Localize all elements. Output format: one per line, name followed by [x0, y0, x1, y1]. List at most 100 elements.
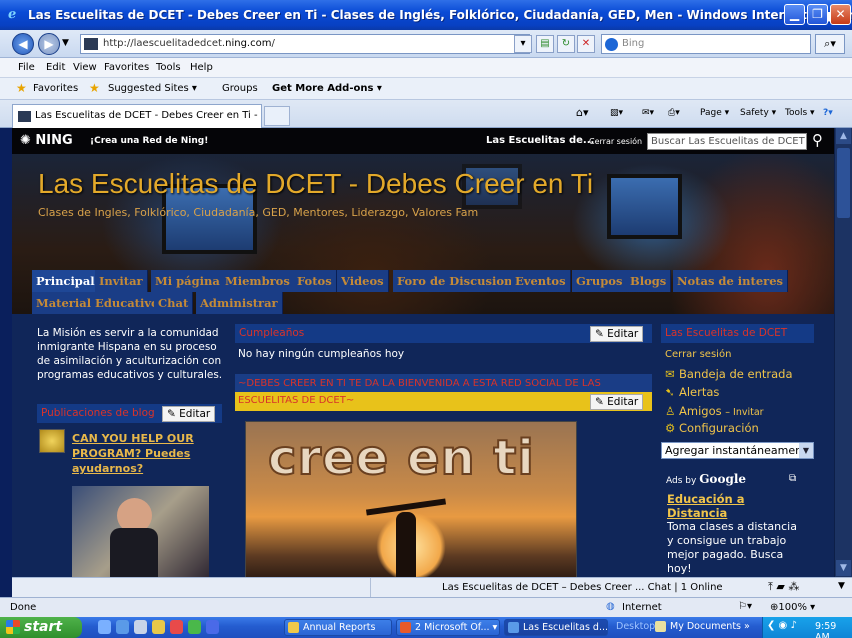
quicklaunch-desktop-icon[interactable] [98, 620, 111, 634]
url-dropdown-button[interactable]: ▾ [514, 35, 532, 53]
tray-icons[interactable]: ❮ ◉ ♪ [767, 620, 797, 631]
close-button[interactable]: ✕ [830, 4, 851, 25]
task-label: Annual Reports [303, 622, 376, 633]
ad-feedback-icon[interactable]: ⧉ [789, 473, 796, 484]
mail-icon[interactable]: ✉▾ [642, 108, 654, 118]
right-logout-link[interactable]: Cerrar sesión [665, 349, 731, 360]
quicklaunch-app-icon[interactable] [206, 620, 219, 634]
back-button[interactable]: ◀ [12, 33, 34, 55]
page-menu[interactable]: Page ▾ [700, 108, 729, 118]
minimize-button[interactable]: ▁ [784, 4, 805, 25]
refresh-button[interactable]: ↻ [557, 35, 575, 53]
site-title[interactable]: Las Escuelitas de DCET - Debes Creer en … [38, 168, 593, 200]
search-icon[interactable]: ⚲ [812, 131, 823, 149]
nav-mi-pagina[interactable]: Mi página [151, 270, 225, 292]
vertical-scrollbar[interactable]: ▲ ▼ [834, 128, 852, 577]
nav-eventos[interactable]: Eventos [511, 270, 571, 292]
create-network-link[interactable]: ¡Crea una Red de Ning! [90, 136, 208, 146]
ning-logo[interactable]: ✺ NING [20, 133, 73, 148]
protected-mode-icon[interactable]: ⚐▾ [738, 601, 752, 612]
quicklaunch-app-icon[interactable] [152, 620, 165, 634]
nav-miembros[interactable]: Miembros [221, 270, 295, 292]
nav-videos[interactable]: Videos [337, 270, 389, 292]
add-favorite-icon[interactable]: ★ [89, 81, 100, 95]
birthdays-edit-button[interactable]: ✎ Editar [590, 326, 644, 342]
menu-file[interactable]: File [18, 62, 35, 73]
compat-view-button[interactable]: ▤ [536, 35, 554, 53]
alerts-link[interactable]: ➷ Alertas [665, 385, 719, 399]
menu-view[interactable]: View [73, 62, 97, 73]
groups-link[interactable]: Groups [222, 83, 258, 94]
blog-post-photo[interactable] [72, 486, 209, 577]
menu-favorites[interactable]: Favorites [104, 62, 149, 73]
help-icon[interactable]: ?▾ [823, 108, 833, 118]
quicklaunch-app-icon[interactable] [188, 620, 201, 634]
my-documents-link[interactable]: My Documents » [652, 619, 754, 636]
task-microsoft-office[interactable]: 2 Microsoft Of... ▾ [396, 619, 500, 636]
menu-tools[interactable]: Tools [156, 62, 181, 73]
nav-grupos[interactable]: Grupos [572, 270, 628, 292]
menu-help[interactable]: Help [190, 62, 213, 73]
start-button[interactable]: start [0, 617, 82, 638]
new-tab-button[interactable] [264, 106, 290, 126]
task-escuelitas[interactable]: Las Escuelitas d... [504, 619, 608, 636]
nav-material[interactable]: Material Educativo [32, 292, 164, 314]
recent-pages-dropdown[interactable]: ▼ [62, 38, 69, 48]
quicklaunch-app-icon[interactable] [134, 620, 147, 634]
forward-button[interactable]: ▶ [38, 33, 60, 55]
cree-en-ti-image[interactable]: cree en ti [245, 421, 577, 577]
suggested-sites-link[interactable]: Suggested Sites ▾ [108, 83, 197, 94]
menu-edit[interactable]: Edit [46, 62, 65, 73]
print-icon[interactable]: ⎙▾ [668, 108, 680, 118]
blog-post-link[interactable]: CAN YOU HELP OUR PROGRAM? Puedes ayudarn… [72, 431, 212, 476]
blog-edit-button[interactable]: ✎ Editar [162, 406, 216, 422]
invite-link[interactable]: – Invitar [725, 407, 763, 418]
window-title-bar[interactable]: ℯ Las Escuelitas de DCET - Debes Creer e… [0, 0, 852, 30]
search-input[interactable]: Bing [601, 34, 811, 54]
network-name-link[interactable]: Las Escuelitas de... [486, 135, 594, 146]
footer-icons[interactable]: ⤒ ▰ ⁂ [768, 580, 799, 594]
scroll-up-arrow[interactable]: ▲ [836, 128, 851, 144]
footer-status-text[interactable]: Las Escuelitas de DCET – Debes Creer ...… [442, 582, 723, 593]
clock[interactable]: 9:59 AM [815, 621, 852, 638]
zoom-level[interactable]: ⊕100% ▾ [770, 602, 815, 613]
quicklaunch-ie-icon[interactable] [116, 620, 129, 634]
desktop-toolbar-label[interactable]: Desktop [616, 621, 655, 632]
tab-active[interactable]: Las Escuelitas de DCET - Debes Creer en … [12, 104, 262, 128]
search-button[interactable]: ⌕▾ [815, 34, 845, 54]
friends-link[interactable]: ♙ Amigos – Invitar [665, 404, 764, 418]
url-input[interactable]: http://laescuelitadedcet.ning.com/ [80, 34, 530, 54]
nav-principal[interactable]: Principal [32, 270, 100, 292]
nav-blogs[interactable]: Blogs [626, 270, 672, 292]
get-addons-link[interactable]: Get More Add-ons ▾ [272, 83, 382, 94]
maximize-button[interactable]: ❐ [807, 4, 828, 25]
scroll-thumb[interactable] [837, 148, 850, 218]
banner-monitor-image [607, 174, 682, 239]
quicklaunch-app-icon[interactable] [170, 620, 183, 634]
settings-link[interactable]: ⚙ Configuración [665, 421, 759, 435]
tools-menu[interactable]: Tools ▾ [785, 108, 815, 118]
blog-avatar[interactable] [39, 429, 65, 453]
task-annual-reports[interactable]: Annual Reports [284, 619, 392, 636]
add-instant-select[interactable]: Agregar instantáneamen ▼ [661, 442, 814, 459]
nav-foro[interactable]: Foro de Discusion [393, 270, 518, 292]
nav-notas[interactable]: Notas de interes [673, 270, 788, 292]
security-zone[interactable]: Internet [622, 602, 662, 613]
nav-chat[interactable]: Chat [154, 292, 194, 314]
nav-invitar[interactable]: Invitar [95, 270, 148, 292]
ning-search-input[interactable]: Buscar Las Escuelitas de DCET - [647, 133, 807, 150]
ads-by-google[interactable]: Ads by Google [666, 472, 746, 486]
safety-menu[interactable]: Safety ▾ [740, 108, 776, 118]
feeds-icon[interactable]: ▧▾ [610, 108, 623, 118]
home-icon[interactable]: ⌂▾ [576, 106, 589, 119]
chevron-down-icon[interactable]: ▼ [838, 581, 845, 591]
ad-title-link[interactable]: Educación a Distancia [667, 492, 777, 520]
nav-administrar[interactable]: Administrar [196, 292, 283, 314]
nav-fotos[interactable]: Fotos [293, 270, 337, 292]
welcome-edit-button[interactable]: ✎ Editar [590, 394, 644, 410]
favorites-button[interactable]: Favorites [33, 83, 78, 94]
stop-button[interactable]: ✕ [577, 35, 595, 53]
ning-logout-link[interactable]: Cerrar sesión [589, 137, 642, 146]
scroll-down-arrow[interactable]: ▼ [836, 560, 851, 576]
inbox-link[interactable]: ✉ Bandeja de entrada [665, 367, 793, 381]
